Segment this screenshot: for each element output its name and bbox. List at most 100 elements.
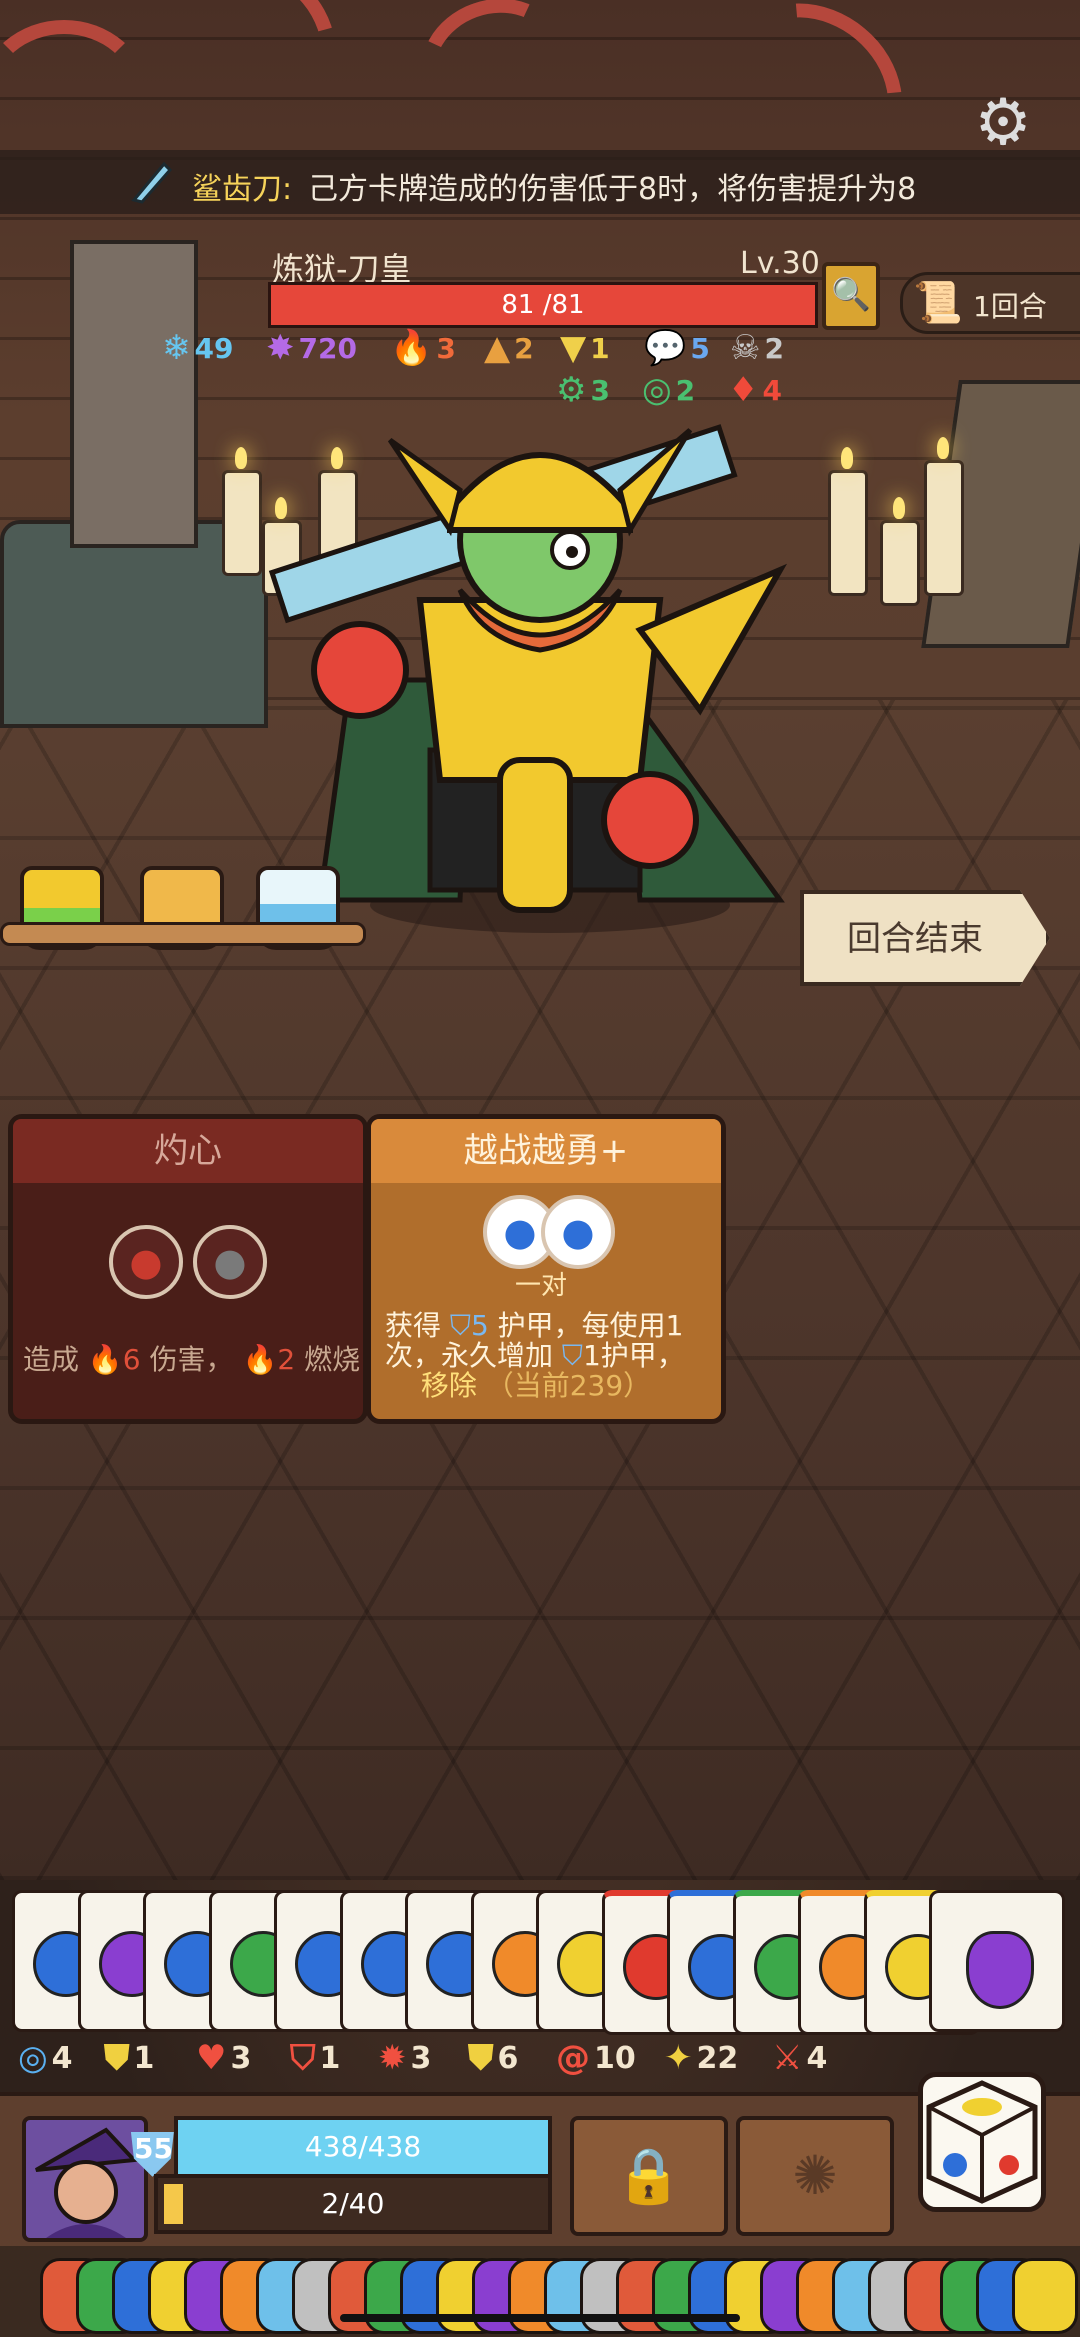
player-hp-text: 438/438 [304,2130,422,2163]
relic-description: 己方卡牌造成的伤害低于8时，将伤害提升为8 [308,172,917,207]
boss-stat-red-drop[interactable]: ♦ 4 [728,370,782,410]
stat-value: 720 [298,331,357,365]
stone-pillar [70,240,198,548]
relic-hint-bar: 鲨齿刀: 己方卡牌造成的伤害低于8时，将伤害提升为8 [0,150,1080,214]
boss-stat-skull[interactable]: ☠ 2 [730,328,784,368]
boss-stat-flame[interactable]: 🔥 3 [390,328,456,368]
player-stat-spiral[interactable]: @10 [556,2038,636,2078]
fruit-dice-icon[interactable] [918,2072,1046,2212]
stat-value: 3 [436,331,456,365]
flame-icon: 🔥 [390,328,433,368]
sword-shield-icon: ⚔ [772,2038,803,2078]
boss-hp-text: 81 /81 [501,290,585,320]
card-effect-text: 造成 🔥6 伤害， 🔥2 燃烧 [23,1343,361,1376]
relic-name: 鲨齿刀: [192,172,293,207]
gear-icon[interactable]: ⚙ [968,88,1038,158]
boss-hp-bar: 81 /81 [268,282,818,328]
locked-slot-icon[interactable]: 🔒 [570,2116,728,2236]
relic-item-icon[interactable] [1012,2258,1078,2334]
stat-value: 4 [806,2040,828,2076]
empty-slot-icon: ● [193,1225,267,1299]
flame-icon: 🔥 [87,1343,123,1376]
combo-label: 一对 [514,1271,567,1301]
boss-stat-snowflake[interactable]: ❄ 49 [162,328,233,368]
shark-blade-icon [131,161,173,204]
stat-value: 2 [514,331,534,365]
player-stat-cracked-shield[interactable]: ⛉ 1 [290,2038,340,2078]
stat-value: 3 [410,2040,432,2076]
stat-value: 3 [590,373,610,407]
hand-of-dice-cards [0,1880,1080,2035]
boss-stat-wood-flame[interactable]: ▲ 2 [484,328,534,368]
candle [880,497,920,606]
wizard-portrait-icon [35,2127,139,2238]
grape-icon [966,1931,1034,2009]
purple-splat-icon: ✸ [266,328,295,368]
stat-value: 1 [590,331,610,365]
snowflake-icon: ❄ [162,328,191,368]
player-stat-heart-shield[interactable]: ♥ 3 [196,2038,251,2078]
armor-icon: ⛉ [561,1339,583,1372]
broken-slot-icon[interactable]: ✺ [736,2116,894,2236]
stat-value: 1 [319,2040,341,2076]
candle [924,437,964,596]
stat-value: 5 [690,331,710,365]
spiral-icon: @ [556,2038,590,2078]
hand-card-grape[interactable] [929,1890,1065,2032]
heart-shield-icon: ♥ [196,2038,227,2078]
candle [222,447,262,576]
round-counter: 📜 1回合 [900,272,1080,334]
scroll-icon: 📜 [913,280,963,326]
red-drop-icon: ♦ [728,370,759,410]
armor-icon: ⛉ [449,1309,471,1342]
cherry-slot-icon: ● [109,1225,183,1299]
boss-stat-purple-splat[interactable]: ✸ 720 [266,328,357,368]
boss-level: Lv.30 [740,246,820,281]
card-effect-line1: 获得 ⛉5 护甲，每使用1 [385,1309,684,1342]
card-title: 灼心 [13,1119,363,1183]
boss-stat-triangle[interactable]: ▼ 1 [560,328,610,368]
boss-knife-king-sprite [268,424,788,933]
home-indicator [340,2314,740,2322]
inspect-magnifier-icon[interactable]: 🔍 [822,262,880,330]
swirl-icon: ◎ [18,2038,48,2078]
shield-icon: ⛊ [104,2038,130,2078]
wood-flame-icon: ▲ [484,328,511,368]
player-stat-sword-shield[interactable]: ⚔ 4 [772,2038,827,2078]
player-status-row: ◎ 4 ⛊ 1 ♥ 3 ⛉ 1 ✹ 3 ⛊ 6 @10 ✦ 22 ⚔ 4 [0,2032,1080,2088]
player-hp-bar: 438/438 [174,2116,552,2178]
burn-icon: 🔥 [242,1343,278,1376]
green-gear-icon: ⚙ [556,370,587,410]
boss-stat-speech[interactable]: 💬 5 [644,328,710,368]
player-stat-star-burst[interactable]: ✦ 22 [664,2038,738,2078]
round-label: 1回合 [973,290,1047,323]
stat-value: 2 [675,373,696,407]
relic-collection-bar[interactable] [0,2246,1080,2337]
boss-stat-green-gear[interactable]: ⚙ 3 [556,370,610,410]
end-turn-button[interactable]: 回合结束 [800,890,1050,986]
player-xp-text: 2/40 [321,2187,385,2220]
stat-value: 10 [594,2040,636,2076]
player-stat-red-splat[interactable]: ✹ 3 [378,2038,431,2078]
speech-icon: 💬 [644,328,687,368]
red-splat-icon: ✹ [378,2038,407,2078]
player-stat-swirl[interactable]: ◎ 4 [18,2038,73,2078]
triangle-icon: ▼ [560,328,587,368]
card-burning-heart[interactable]: 灼心 ● ● 造成 🔥6 伤害， 🔥2 燃烧 [8,1114,368,1424]
stat-value: 49 [194,331,234,365]
blueberry-slot-icon: ● [541,1195,615,1269]
gold-shield-icon: ⛊ [468,2038,494,2078]
green-swirl-icon: ◎ [642,370,672,410]
cracked-shield-icon: ⛉ [290,2038,316,2078]
stat-value: 1 [133,2040,155,2076]
boss-stat-green-swirl[interactable]: ◎ 2 [642,370,695,410]
player-stat-shield[interactable]: ⛊ 1 [104,2038,154,2078]
candle [828,447,868,596]
skull-icon: ☠ [730,328,761,368]
player-xp-bar: 2/40 [154,2174,552,2234]
rope-shelf [0,922,366,946]
player-stat-gold-shield[interactable]: ⛊ 6 [468,2038,518,2078]
stat-value: 4 [51,2040,73,2076]
card-braver-in-battle[interactable]: 越战越勇+ ● ● 一对 获得 ⛉5 护甲，每使用1 次，永久增加 ⛉1护甲， … [366,1114,726,1424]
card-effect-line3: 移除 （当前239） [420,1369,652,1402]
